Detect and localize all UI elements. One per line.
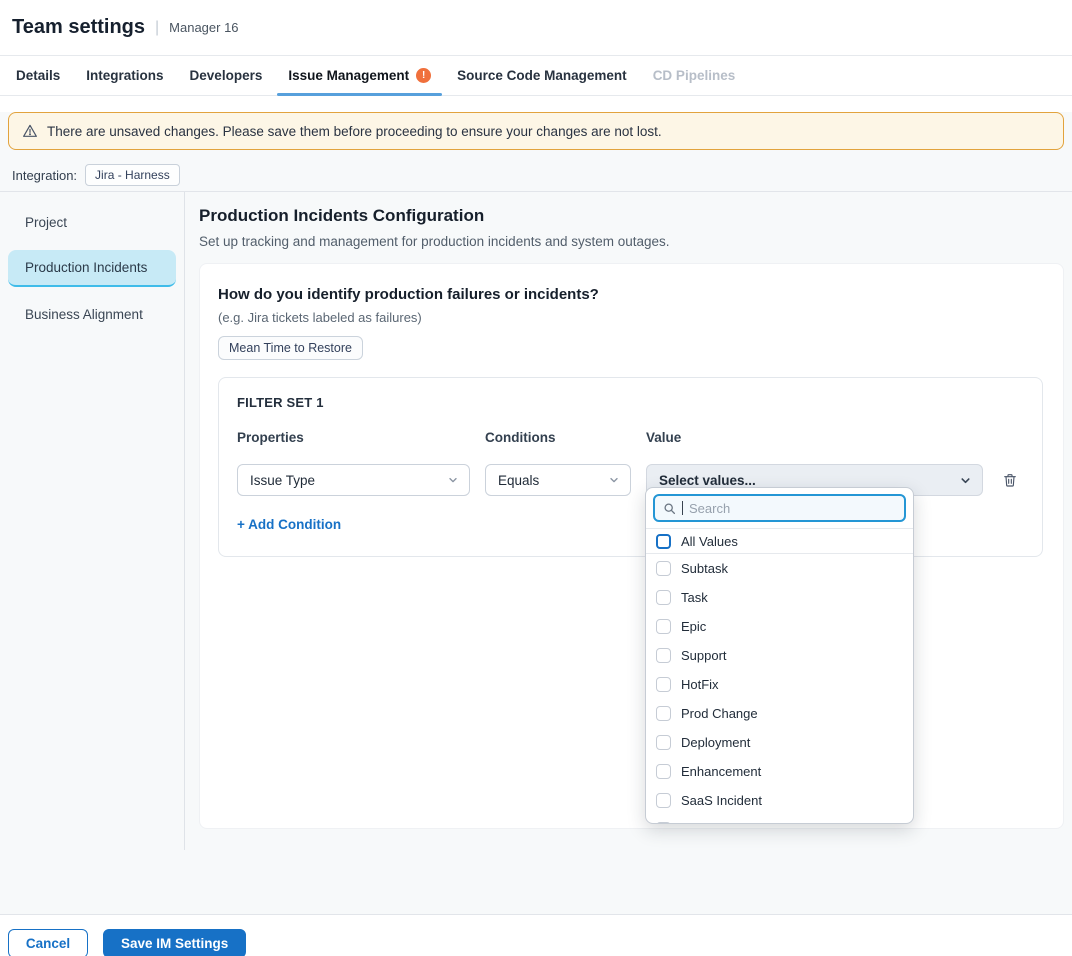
settings-sidebar: Project Production Incidents Business Alig… [0,192,185,850]
sidebar-item-business-alignment[interactable]: Business Alignment [8,297,176,332]
condition-select-value: Equals [498,473,539,488]
option-checkbox[interactable] [656,764,671,779]
sidebar-item-production-incidents[interactable]: Production Incidents [8,250,176,287]
chevron-down-icon [447,474,459,486]
metric-chip[interactable]: Mean Time to Restore [218,336,363,360]
tab-label: Details [16,68,60,83]
banner-text: There are unsaved changes. Please save t… [47,124,662,139]
option-checkbox[interactable] [656,735,671,750]
page-title: Team settings [12,16,145,39]
tab-label: Developers [190,68,263,83]
tab-details[interactable]: Details [3,56,73,95]
tab-issue-management[interactable]: Issue Management ! [275,56,444,95]
question-hint: (e.g. Jira tickets labeled as failures) [218,310,1043,325]
dropdown-option-support[interactable]: Support [646,641,913,670]
tab-cd-pipelines: CD Pipelines [640,56,749,95]
option-checkbox[interactable] [656,561,671,576]
main-panel: Production Incidents Configuration Set u… [185,192,1072,850]
option-checkbox[interactable] [656,590,671,605]
integration-row: Integration: Jira - Harness [12,163,1060,187]
condition-select[interactable]: Equals [485,464,631,496]
filter-column-headers: Properties Conditions Value [237,430,1024,445]
filter-set-panel: FILTER SET 1 Properties Conditions Value… [218,377,1043,557]
tab-label: Integrations [86,68,163,83]
title-divider: | [155,19,159,37]
tab-bar: Details Integrations Developers Issue Ma… [0,56,1072,96]
chevron-down-icon [959,474,972,487]
section-subtitle: Set up tracking and management for produ… [199,234,1064,249]
tab-source-code-management[interactable]: Source Code Management [444,56,640,95]
option-label: Subtask [681,561,728,576]
tab-label: Issue Management [288,68,409,83]
option-checkbox[interactable] [656,706,671,721]
filter-set-title: FILTER SET 1 [237,395,1024,410]
chevron-down-icon [608,474,620,486]
tab-developers[interactable]: Developers [177,56,276,95]
all-values-label: All Values [681,534,738,549]
option-checkbox[interactable] [656,793,671,808]
unsaved-changes-banner: There are unsaved changes. Please save t… [8,112,1064,150]
all-values-checkbox[interactable] [656,534,671,549]
page-subtitle: Manager 16 [169,20,238,35]
property-select[interactable]: Issue Type [237,464,470,496]
option-checkbox[interactable] [656,648,671,663]
dropdown-option-prod-change[interactable]: Prod Change [646,699,913,728]
search-icon [663,502,676,515]
option-label: SaaS Incident [681,793,762,808]
dropdown-option-epic[interactable]: Epic [646,612,913,641]
option-checkbox[interactable] [656,822,671,824]
dropdown-options-list: Subtask Task Epic Support HotFix Prod Ch… [646,554,913,824]
section-title: Production Incidents Configuration [199,206,1064,226]
alert-badge-icon: ! [416,68,431,83]
option-label: Customer Notification [681,822,805,824]
dropdown-option-subtask[interactable]: Subtask [646,554,913,583]
properties-column-header: Properties [237,430,470,445]
text-cursor [682,501,683,515]
select-all-option[interactable]: All Values [646,529,913,554]
dropdown-option-deployment[interactable]: Deployment [646,728,913,757]
sidebar-item-project[interactable]: Project [8,205,176,240]
header: Team settings | Manager 16 [0,0,1072,56]
dropdown-option-hotfix[interactable]: HotFix [646,670,913,699]
option-label: Epic [681,619,706,634]
footer-bar: Cancel Save IM Settings [0,914,1072,956]
dropdown-option-enhancement[interactable]: Enhancement [646,757,913,786]
option-label: Deployment [681,735,750,750]
dropdown-option-customer-notification[interactable]: Customer Notification [646,815,913,824]
dropdown-option-task[interactable]: Task [646,583,913,612]
search-placeholder: Search [689,501,730,516]
property-select-value: Issue Type [250,473,315,488]
value-multiselect-placeholder: Select values... [659,473,756,488]
question-heading: How do you identify production failures … [218,286,1043,303]
value-column-header: Value [646,430,983,445]
option-checkbox[interactable] [656,619,671,634]
option-label: Prod Change [681,706,758,721]
tab-label: Source Code Management [457,68,627,83]
page: Team settings | Manager 16 Details Integ… [0,0,1072,956]
dropdown-search-section: Search [646,488,913,529]
tab-integrations[interactable]: Integrations [73,56,176,95]
delete-condition-button[interactable] [998,468,1022,492]
value-dropdown-popup: Search All Values Subtask Task Epic Supp… [645,487,914,824]
incidents-config-card: How do you identify production failures … [199,263,1064,829]
warning-icon [22,123,38,139]
save-im-settings-button[interactable]: Save IM Settings [103,929,246,956]
search-input[interactable]: Search [653,494,906,522]
dropdown-option-saas-incident[interactable]: SaaS Incident [646,786,913,815]
option-label: Task [681,590,708,605]
option-label: Support [681,648,727,663]
option-label: HotFix [681,677,719,692]
add-condition-button[interactable]: + Add Condition [237,517,341,532]
integration-chip[interactable]: Jira - Harness [85,164,180,186]
cancel-button[interactable]: Cancel [8,929,88,956]
option-checkbox[interactable] [656,677,671,692]
integration-label: Integration: [12,168,77,183]
option-label: Enhancement [681,764,761,779]
trash-icon [1002,472,1018,488]
tab-label: CD Pipelines [653,68,736,83]
conditions-column-header: Conditions [485,430,631,445]
